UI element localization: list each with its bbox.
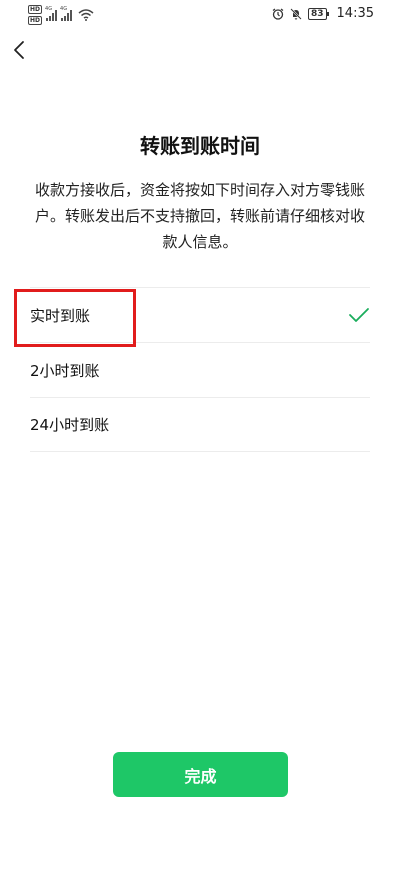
back-button[interactable]	[10, 38, 30, 62]
signal-icon: 4G	[60, 6, 73, 21]
highlight-box	[14, 289, 136, 347]
alarm-icon	[272, 8, 284, 20]
battery-indicator: 83	[308, 7, 329, 20]
check-icon	[349, 308, 369, 322]
option-24-hours[interactable]: 24小时到账	[30, 397, 370, 452]
option-label: 2小时到账	[30, 361, 100, 380]
wifi-icon	[78, 9, 94, 21]
page-title: 转账到账时间	[140, 134, 260, 158]
network-type: 4G	[45, 6, 53, 12]
done-button[interactable]: 完成	[113, 752, 288, 797]
status-right: 83 14:35	[272, 6, 374, 21]
hd-badge: HD	[28, 16, 43, 25]
status-time: 14:35	[336, 6, 374, 21]
status-bar: HD HD 4G 4G 83 14:35	[0, 0, 400, 28]
signal-icon: 4G	[45, 6, 58, 21]
option-label: 24小时到账	[30, 416, 110, 434]
mute-bell-icon	[290, 7, 302, 20]
hd-badge: HD	[28, 5, 43, 14]
option-2-hours[interactable]: 2小时到账	[30, 342, 370, 397]
chevron-left-icon	[14, 41, 24, 59]
page-description: 收款方接收后，资金将按如下时间存入对方零钱账户。转账发出后不支持撤回，转账前请仔…	[34, 181, 365, 251]
status-left: HD HD 4G 4G	[28, 5, 94, 25]
network-type: 4G	[60, 6, 68, 12]
hd-indicators: HD HD	[28, 5, 43, 25]
